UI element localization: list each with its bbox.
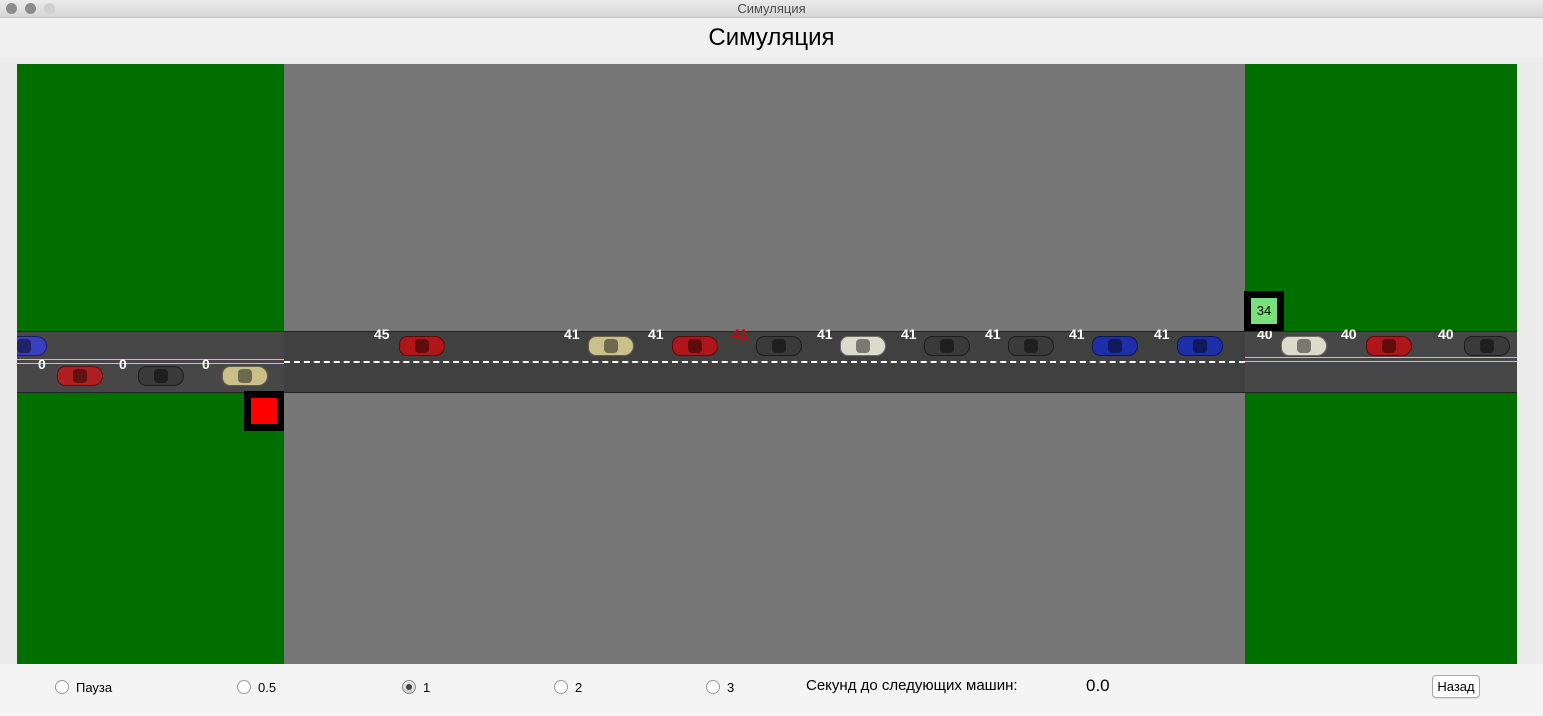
- simulation-canvas: 0 0 0 45 41 41 41 41 41 41 41 41 40 40 40 34: [17, 64, 1517, 664]
- speed-option-label: 3: [727, 679, 735, 695]
- radio-circle-icon[interactable]: [55, 680, 69, 694]
- control-bar: Пауза 0.5 1 2 3 Секунд до следующих машин: 0…: [0, 664, 1543, 716]
- speed-option-pause[interactable]: Пауза: [55, 679, 112, 695]
- car-speed-label: 40: [1341, 326, 1357, 342]
- car-speed-label: 0: [202, 356, 210, 372]
- car-icon: [222, 366, 268, 386]
- next-cars-label: Секунд до следующих машин:: [806, 677, 1018, 694]
- speed-option-label: Пауза: [76, 679, 113, 695]
- left-traffic-light: [244, 391, 284, 431]
- window-titlebar: Симуляция: [0, 0, 1543, 18]
- speed-option-label: 1: [423, 679, 431, 695]
- car-icon: [57, 366, 103, 386]
- car-icon: [1464, 336, 1510, 356]
- car-icon: [1177, 336, 1223, 356]
- car-speed-label: 41: [1069, 326, 1085, 342]
- car-speed-label: 0: [38, 356, 46, 372]
- page-title: Симуляция: [708, 24, 835, 51]
- speed-option-label: 0.5: [258, 679, 277, 695]
- green-light-timer: 34: [1251, 298, 1277, 324]
- lane-divider: [284, 361, 1245, 363]
- back-button[interactable]: Назад: [1432, 675, 1480, 698]
- car-speed-label: 41: [648, 326, 664, 342]
- car-icon: [588, 336, 634, 356]
- radio-circle-icon[interactable]: [402, 680, 416, 694]
- car-icon: [672, 336, 718, 356]
- car-icon: [1281, 336, 1327, 356]
- speed-option-2[interactable]: 2: [554, 679, 582, 695]
- speed-option-1[interactable]: 1: [402, 679, 430, 695]
- car-speed-label: 41: [1154, 326, 1170, 342]
- speed-option-0.5[interactable]: 0.5: [237, 679, 276, 695]
- lane-line: [17, 359, 284, 360]
- radio-circle-icon[interactable]: [237, 680, 251, 694]
- page-header: Симуляция: [0, 18, 1543, 58]
- right-traffic-light: 34: [1244, 291, 1284, 331]
- car-icon: [138, 366, 184, 386]
- car-speed-label: 45: [374, 326, 390, 342]
- radio-circle-icon[interactable]: [554, 680, 568, 694]
- car-speed-label: 41: [564, 326, 580, 342]
- car-icon: [17, 336, 47, 356]
- car-speed-label: 41: [985, 326, 1001, 342]
- car-icon: [1008, 336, 1054, 356]
- window-title: Симуляция: [737, 1, 806, 16]
- car-icon: [399, 336, 445, 356]
- speed-option-3[interactable]: 3: [706, 679, 734, 695]
- car-icon: [1366, 336, 1412, 356]
- red-light-icon: [251, 398, 277, 424]
- car-speed-label: 41: [732, 326, 748, 342]
- car-speed-label: 41: [817, 326, 833, 342]
- car-icon: [1092, 336, 1138, 356]
- next-cars-value: 0.0: [1086, 676, 1110, 695]
- car-speed-label: 0: [119, 356, 127, 372]
- car-speed-label: 41: [901, 326, 917, 342]
- car-speed-label: 40: [1438, 326, 1454, 342]
- lane-line: [1245, 361, 1517, 362]
- car-icon: [924, 336, 970, 356]
- car-icon: [840, 336, 886, 356]
- radio-circle-icon[interactable]: [706, 680, 720, 694]
- lane-line: [1245, 357, 1517, 358]
- speed-option-label: 2: [575, 679, 583, 695]
- lane-line: [17, 363, 284, 364]
- car-icon: [756, 336, 802, 356]
